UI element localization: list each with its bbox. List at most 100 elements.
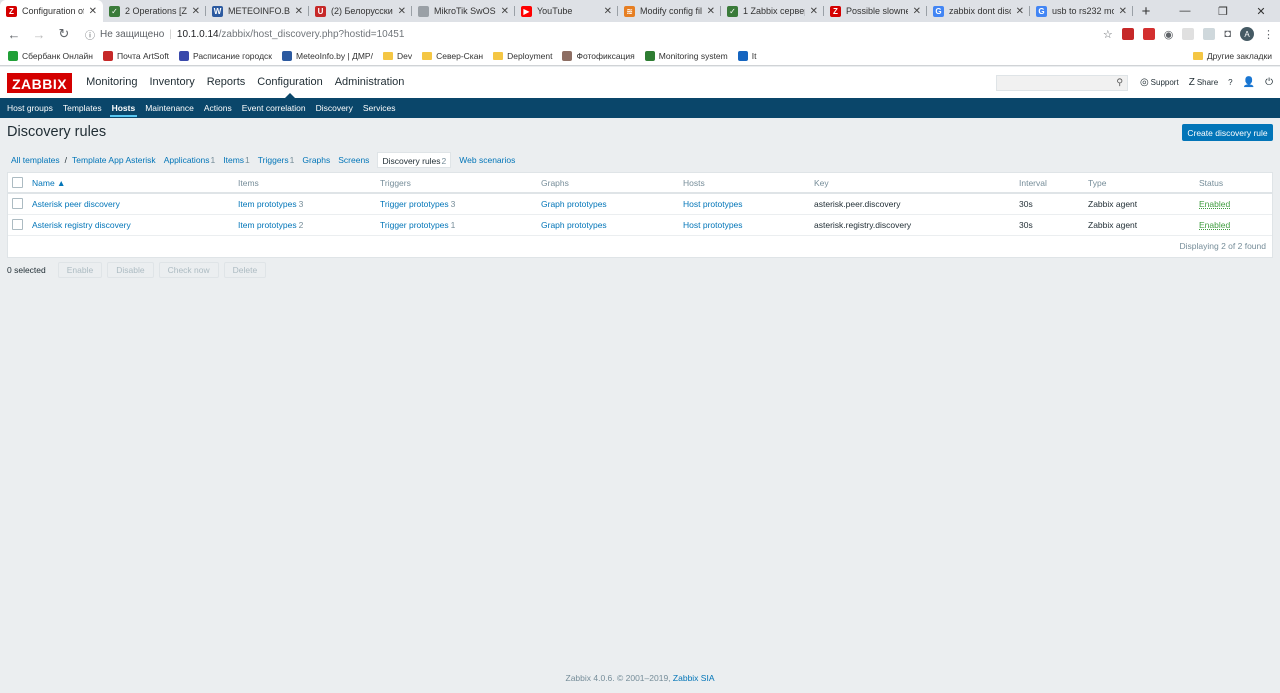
- template-nav-web-scenarios[interactable]: Web scenarios: [455, 152, 519, 168]
- graph-prototypes-link[interactable]: Graph prototypes: [541, 199, 607, 209]
- maximize-button[interactable]: ❐: [1204, 0, 1242, 22]
- rule-name-link[interactable]: Asterisk peer discovery: [32, 199, 120, 209]
- tab-close-icon[interactable]: ✕: [501, 6, 509, 17]
- submenu-item-event-correlation[interactable]: Event correlation: [237, 98, 311, 118]
- template-nav-screens[interactable]: Screens: [334, 152, 373, 168]
- trigger-prototypes-link[interactable]: Trigger prototypes: [380, 199, 449, 209]
- minimize-button[interactable]: —: [1166, 0, 1204, 22]
- rule-name-link[interactable]: Asterisk registry discovery: [32, 220, 131, 230]
- tab-close-icon[interactable]: ✕: [89, 6, 97, 17]
- tab-close-icon[interactable]: ✕: [707, 6, 715, 17]
- sign-out-icon[interactable]: ⏻: [1265, 77, 1273, 88]
- browser-tab[interactable]: Z Possible slowne ✕: [824, 0, 927, 22]
- tab-close-icon[interactable]: ✕: [913, 6, 921, 17]
- browser-tab[interactable]: ✓ 1 Zabbix сервер ✕: [721, 0, 824, 22]
- item-prototypes-link[interactable]: Item prototypes: [238, 199, 297, 209]
- bookmark-item[interactable]: Monitoring system: [644, 50, 728, 61]
- browser-tab[interactable]: Gusb to rs232 mo ✕: [1030, 0, 1133, 22]
- template-nav-items[interactable]: Items1: [219, 152, 254, 168]
- global-search[interactable]: ⚲: [995, 74, 1128, 91]
- profile-avatar-icon[interactable]: A: [1240, 27, 1254, 41]
- bookmark-item[interactable]: Dev: [382, 51, 412, 61]
- shield-extension-icon[interactable]: [1121, 28, 1134, 40]
- item-prototypes-link[interactable]: Item prototypes: [238, 220, 297, 230]
- mail-extension-icon[interactable]: [1142, 28, 1155, 40]
- delete-button[interactable]: Delete: [223, 262, 267, 278]
- row-checkbox[interactable]: [12, 219, 23, 231]
- tab-close-icon[interactable]: ✕: [192, 6, 200, 17]
- tab-close-icon[interactable]: ✕: [295, 6, 303, 17]
- camera-extension-icon[interactable]: ◘: [1224, 28, 1231, 40]
- new-tab-button[interactable]: +: [1133, 0, 1159, 22]
- browser-tab[interactable]: MikroTik SwOS ✕: [412, 0, 515, 22]
- status-toggle-link[interactable]: Enabled: [1199, 199, 1230, 209]
- submenu-item-maintenance[interactable]: Maintenance: [140, 98, 199, 118]
- bookmark-item[interactable]: It: [737, 50, 756, 61]
- help-link[interactable]: ?: [1228, 78, 1232, 87]
- menu-item-administration[interactable]: Administration: [329, 67, 411, 98]
- star-icon[interactable]: ☆: [1103, 28, 1113, 41]
- tab-close-icon[interactable]: ✕: [1016, 6, 1024, 17]
- tab-close-icon[interactable]: ✕: [604, 6, 612, 17]
- radar-extension-icon[interactable]: ◉: [1164, 28, 1174, 41]
- menu-item-inventory[interactable]: Inventory: [143, 67, 200, 98]
- trigger-prototypes-link[interactable]: Trigger prototypes: [380, 220, 449, 230]
- menu-item-configuration[interactable]: Configuration: [251, 67, 328, 98]
- menu-item-reports[interactable]: Reports: [201, 67, 252, 98]
- browser-tab[interactable]: U (2) Белорусский ✕: [309, 0, 412, 22]
- create-discovery-rule-button[interactable]: Create discovery rule: [1182, 124, 1273, 141]
- graph-prototypes-link[interactable]: Graph prototypes: [541, 220, 607, 230]
- check-now-button[interactable]: Check now: [158, 262, 219, 278]
- submenu-item-host-groups[interactable]: Host groups: [2, 98, 58, 118]
- template-link[interactable]: Template App Asterisk: [68, 152, 160, 168]
- share-link[interactable]: Z Share: [1189, 77, 1218, 88]
- search-input[interactable]: [996, 75, 1107, 90]
- url-field[interactable]: ⓘ Не защищено | 10.1.0.14/zabbix/host_di…: [85, 27, 1094, 42]
- column-name-sort[interactable]: Name ▲: [32, 178, 65, 188]
- enable-button[interactable]: Enable: [57, 262, 103, 278]
- user-profile-icon[interactable]: 👤: [1243, 77, 1255, 88]
- template-nav-graphs[interactable]: Graphs: [298, 152, 334, 168]
- support-link[interactable]: ◎ Support: [1140, 77, 1179, 88]
- submenu-item-templates[interactable]: Templates: [58, 98, 107, 118]
- browser-tab[interactable]: Gzabbix dont disc ✕: [927, 0, 1030, 22]
- host-prototypes-link[interactable]: Host prototypes: [683, 199, 743, 209]
- all-templates-link[interactable]: All templates: [7, 152, 64, 168]
- submenu-item-hosts[interactable]: Hosts: [107, 98, 141, 118]
- bookmark-item[interactable]: Deployment: [493, 51, 552, 61]
- template-nav-applications[interactable]: Applications1: [160, 152, 220, 168]
- submenu-item-services[interactable]: Services: [358, 98, 401, 118]
- select-all-checkbox[interactable]: [12, 177, 23, 189]
- row-checkbox[interactable]: [12, 198, 23, 210]
- zabbix-logo[interactable]: ZABBIX: [7, 72, 73, 93]
- bookmark-item[interactable]: Расписание городск: [178, 50, 272, 61]
- forward-icon[interactable]: →: [31, 27, 47, 42]
- info-icon[interactable]: ⓘ: [85, 27, 95, 42]
- tab-close-icon[interactable]: ✕: [1119, 6, 1127, 17]
- template-nav-discovery-rules[interactable]: Discovery rules2: [377, 152, 452, 168]
- doc-extension-icon[interactable]: [1182, 28, 1195, 40]
- menu-item-monitoring[interactable]: Monitoring: [80, 67, 143, 98]
- page-extension-icon[interactable]: [1203, 28, 1216, 40]
- bookmark-item[interactable]: Сбербанк Онлайн: [8, 50, 93, 61]
- browser-tab[interactable]: ≋ Modify config fil ✕: [618, 0, 721, 22]
- close-window-button[interactable]: ✕: [1242, 0, 1280, 22]
- status-toggle-link[interactable]: Enabled: [1199, 220, 1230, 230]
- back-icon[interactable]: ←: [6, 27, 22, 42]
- browser-menu-icon[interactable]: ⋮: [1263, 28, 1274, 41]
- tab-close-icon[interactable]: ✕: [398, 6, 406, 17]
- browser-tab[interactable]: ▶ YouTube ✕: [515, 0, 618, 22]
- footer-link[interactable]: Zabbix SIA: [673, 673, 715, 683]
- submenu-item-actions[interactable]: Actions: [199, 98, 237, 118]
- browser-tab[interactable]: Z Configuration of ✕: [0, 0, 103, 22]
- submenu-item-discovery[interactable]: Discovery: [311, 98, 358, 118]
- reload-icon[interactable]: ↻: [56, 26, 72, 42]
- tab-close-icon[interactable]: ✕: [810, 6, 818, 17]
- template-nav-triggers[interactable]: Triggers1: [254, 152, 299, 168]
- browser-tab[interactable]: ✓ 2 Operations [Za ✕: [103, 0, 206, 22]
- disable-button[interactable]: Disable: [107, 262, 154, 278]
- browser-tab[interactable]: W METEOINFO.BY | ✕: [206, 0, 309, 22]
- bookmark-item[interactable]: Почта ArtSoft: [102, 50, 169, 61]
- bookmark-item[interactable]: MeteoInfo.by | ДМР/: [282, 50, 373, 61]
- search-icon[interactable]: ⚲: [1116, 77, 1123, 88]
